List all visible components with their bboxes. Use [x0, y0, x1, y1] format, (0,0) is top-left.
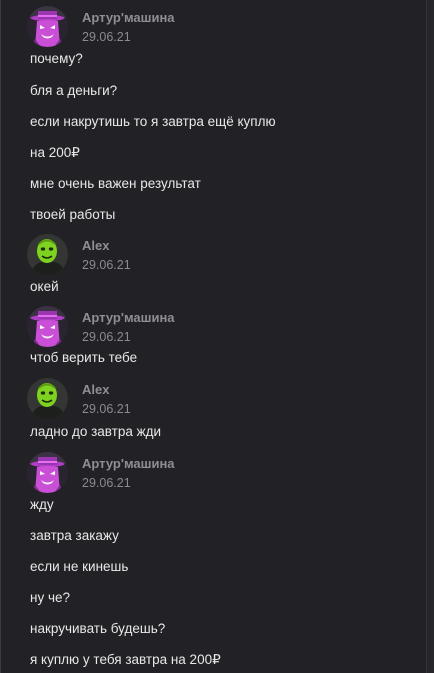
green-mask-avatar-icon — [27, 378, 68, 419]
author-name[interactable]: Alex — [82, 238, 109, 253]
message-text: ладно до завтра жди — [30, 424, 162, 439]
avatar[interactable] — [27, 306, 68, 347]
author-name[interactable]: Артур'машина — [82, 456, 175, 471]
timestamp: 29.06.21 — [82, 402, 131, 416]
message-text: накручивать будешь? — [30, 621, 166, 636]
message-text: на 200₽ — [30, 145, 80, 160]
message-text: я куплю у тебя завтра на 200₽ — [30, 652, 221, 667]
green-mask-avatar-icon — [27, 234, 68, 275]
message-text: бля а деньги? — [30, 83, 118, 98]
message-text: если не кинешь — [30, 559, 129, 574]
chat-window: Артур'машина 29.06.21 почему? бля а день… — [0, 0, 434, 673]
purple-hat-character-avatar-icon — [27, 6, 68, 47]
avatar[interactable] — [27, 234, 68, 275]
timestamp: 29.06.21 — [82, 476, 131, 490]
timestamp: 29.06.21 — [82, 330, 131, 344]
author-name[interactable]: Alex — [82, 382, 109, 397]
avatar[interactable] — [27, 378, 68, 419]
purple-hat-character-avatar-icon — [27, 306, 68, 347]
message-text: завтра закажу — [30, 528, 119, 543]
message-text: если накрутишь то я завтра ещё куплю — [30, 114, 276, 129]
message-text: чтоб верить тебе — [30, 350, 138, 365]
scrollbar[interactable] — [426, 0, 434, 673]
message-text: ну че? — [30, 590, 71, 605]
author-name[interactable]: Артур'машина — [82, 310, 175, 325]
message-text: мне очень важен результат — [30, 176, 201, 191]
timestamp: 29.06.21 — [82, 30, 131, 44]
message-text: твоей работы — [30, 207, 116, 222]
avatar[interactable] — [27, 452, 68, 493]
message-text: почему? — [30, 51, 83, 66]
author-name[interactable]: Артур'машина — [82, 10, 175, 25]
message-text: жду — [30, 497, 54, 512]
message-text: окей — [30, 279, 59, 294]
purple-hat-character-avatar-icon — [27, 452, 68, 493]
timestamp: 29.06.21 — [82, 258, 131, 272]
avatar[interactable] — [27, 6, 68, 47]
